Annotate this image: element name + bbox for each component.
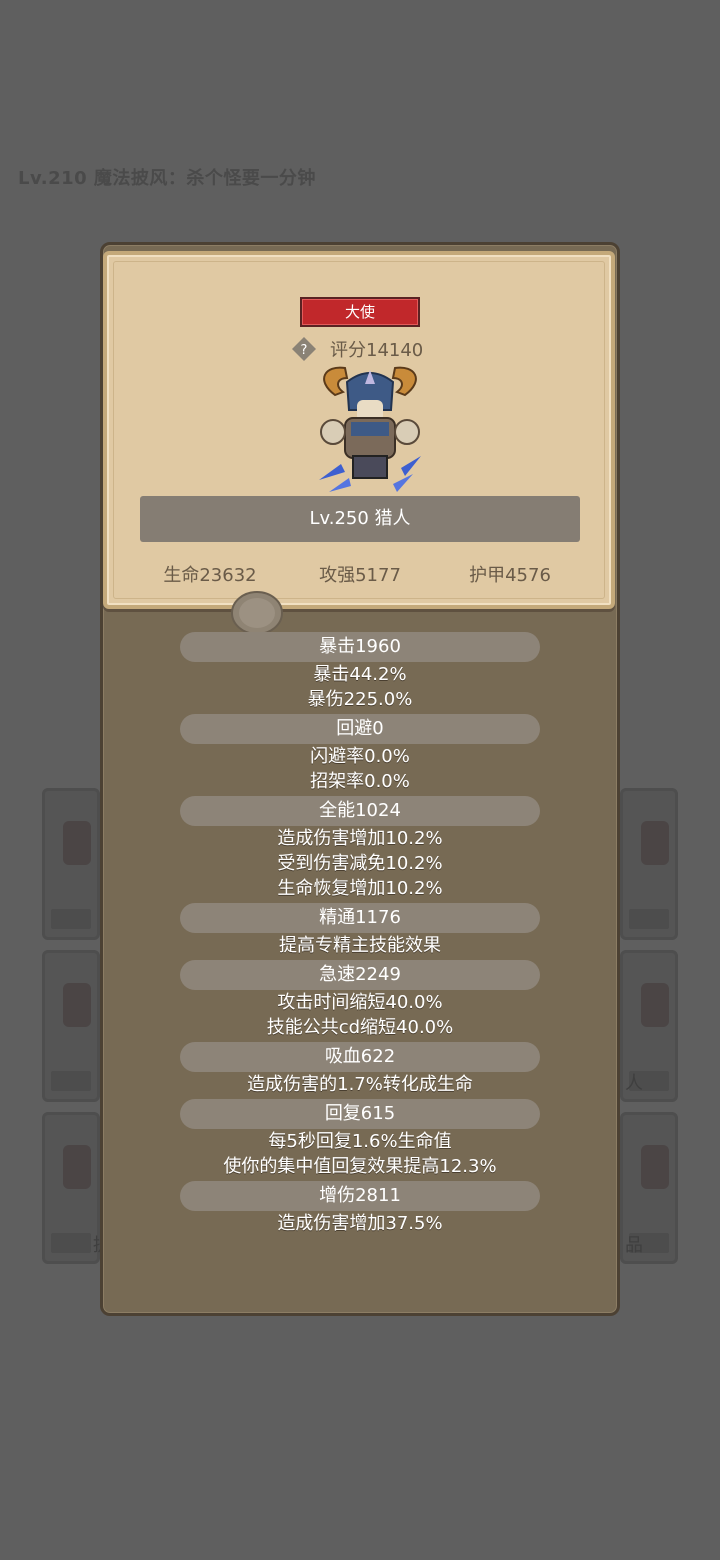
score-label: 评分14140 [330, 340, 424, 361]
attribute-detail: 攻击时间缩短40.0% [277, 992, 443, 1013]
bg-card-left-2 [42, 950, 100, 1102]
attribute-header: 增伤2811 [180, 1181, 540, 1211]
rank-badge: 大使 [300, 297, 420, 327]
attribute-header: 回避0 [180, 714, 540, 744]
help-icon[interactable]: ? [291, 336, 317, 362]
character-name-bar: Lv.250 猎人 [140, 496, 580, 542]
stat-hp: 生命23632 [163, 565, 257, 586]
attribute-list: 暴击1960 暴击44.2% 暴伤225.0% 回避0 闪避率0.0% 招架率0.0% 全能… [105, 630, 615, 1236]
attribute-detail: 暴击44.2% [313, 664, 407, 685]
attribute-detail: 造成伤害增加37.5% [277, 1213, 443, 1234]
bg-card-right-2: 人 [620, 950, 678, 1102]
attribute-detail: 提高专精主技能效果 [279, 935, 441, 956]
bg-card-left-3: 提 [42, 1112, 111, 1264]
attribute-header: 急速2249 [180, 960, 540, 990]
attribute-detail: 每5秒回复1.6%生命值 [268, 1131, 452, 1152]
attribute-detail: 暴伤225.0% [307, 689, 413, 710]
attribute-header: 吸血622 [180, 1042, 540, 1072]
attribute-detail: 使你的集中值回复效果提高12.3% [223, 1156, 497, 1177]
background-title: Lv.210 魔法披风：杀个怪要一分钟 [18, 168, 316, 189]
attribute-detail: 造成伤害的1.7%转化成生命 [247, 1074, 473, 1095]
attribute-header: 暴击1960 [180, 632, 540, 662]
hunter-character-sprite [319, 366, 421, 492]
attribute-detail: 受到伤害减免10.2% [277, 853, 443, 874]
bg-card-right-1 [620, 788, 678, 940]
attribute-detail: 闪避率0.0% [310, 746, 410, 767]
attribute-detail: 招架率0.0% [310, 771, 410, 792]
stat-attack-power: 攻强5177 [319, 565, 401, 586]
bg-card-right-3: 品 [620, 1112, 678, 1264]
stat-armor: 护甲4576 [469, 565, 551, 586]
attribute-detail: 造成伤害增加10.2% [277, 828, 443, 849]
attribute-header: 全能1024 [180, 796, 540, 826]
attribute-detail: 技能公共cd缩短40.0% [266, 1017, 454, 1038]
attribute-header: 精通1176 [180, 903, 540, 933]
svg-text:?: ? [301, 343, 308, 358]
attribute-detail: 生命恢复增加10.2% [277, 878, 443, 899]
attribute-header: 回复615 [180, 1099, 540, 1129]
bg-card-left-1 [42, 788, 100, 940]
